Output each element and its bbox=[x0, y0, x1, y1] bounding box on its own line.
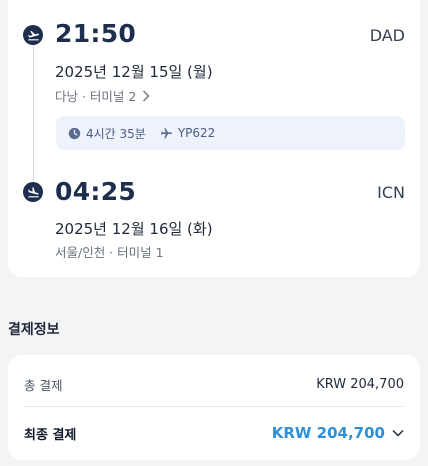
clock-icon bbox=[68, 127, 81, 139]
chevron-right-icon bbox=[143, 90, 150, 101]
arrival-date: 2025년 12월 16일 (화) bbox=[55, 220, 213, 238]
payment-divider bbox=[24, 406, 404, 407]
arrival-terminal-label: 서울/인천 · 터미널 1 bbox=[55, 245, 164, 260]
total-payment-value: KRW 204,700 bbox=[316, 376, 404, 392]
departure-date: 2025년 12월 15일 (월) bbox=[55, 63, 213, 81]
final-payment-value: KRW 204,700 bbox=[271, 424, 385, 442]
chevron-down-icon[interactable] bbox=[392, 429, 404, 437]
arrival-time: 04:25 bbox=[55, 177, 137, 206]
final-payment-label: 최종 결제 bbox=[24, 427, 77, 443]
departure-airport-code: DAD bbox=[369, 26, 405, 45]
departure-terminal-link[interactable]: 다낭 · 터미널 2 bbox=[55, 86, 150, 105]
arrival-terminal: 서울/인천 · 터미널 1 bbox=[55, 242, 164, 261]
final-payment-toggle[interactable]: KRW 204,700 bbox=[272, 424, 404, 442]
flight-itinerary-card: 21:50 DAD 2025년 12월 15일 (월) 다낭 · 터미널 2 4… bbox=[8, 0, 420, 277]
flight-info-pill: 4시간 35분 YP622 bbox=[56, 116, 405, 150]
plane-arrival-icon bbox=[23, 182, 43, 202]
arrival-airport-code: ICN bbox=[377, 183, 405, 202]
total-payment-label: 총 결제 bbox=[24, 377, 63, 393]
total-payment-row: 총 결제 KRW 204,700 bbox=[24, 374, 404, 394]
payment-summary-card: 총 결제 KRW 204,700 최종 결제 KRW 204,700 bbox=[8, 355, 420, 460]
departure-time: 21:50 bbox=[55, 19, 137, 48]
flight-duration: 4시간 35분 bbox=[86, 126, 146, 141]
timeline-line bbox=[33, 44, 34, 180]
plane-departure-icon bbox=[23, 25, 43, 45]
payment-section-title: 결제정보 bbox=[8, 322, 60, 338]
final-payment-row[interactable]: 최종 결제 KRW 204,700 bbox=[24, 422, 404, 444]
departure-terminal-label: 다낭 · 터미널 2 bbox=[55, 89, 137, 104]
plane-icon bbox=[160, 127, 172, 138]
flight-number: YP622 bbox=[177, 126, 216, 140]
